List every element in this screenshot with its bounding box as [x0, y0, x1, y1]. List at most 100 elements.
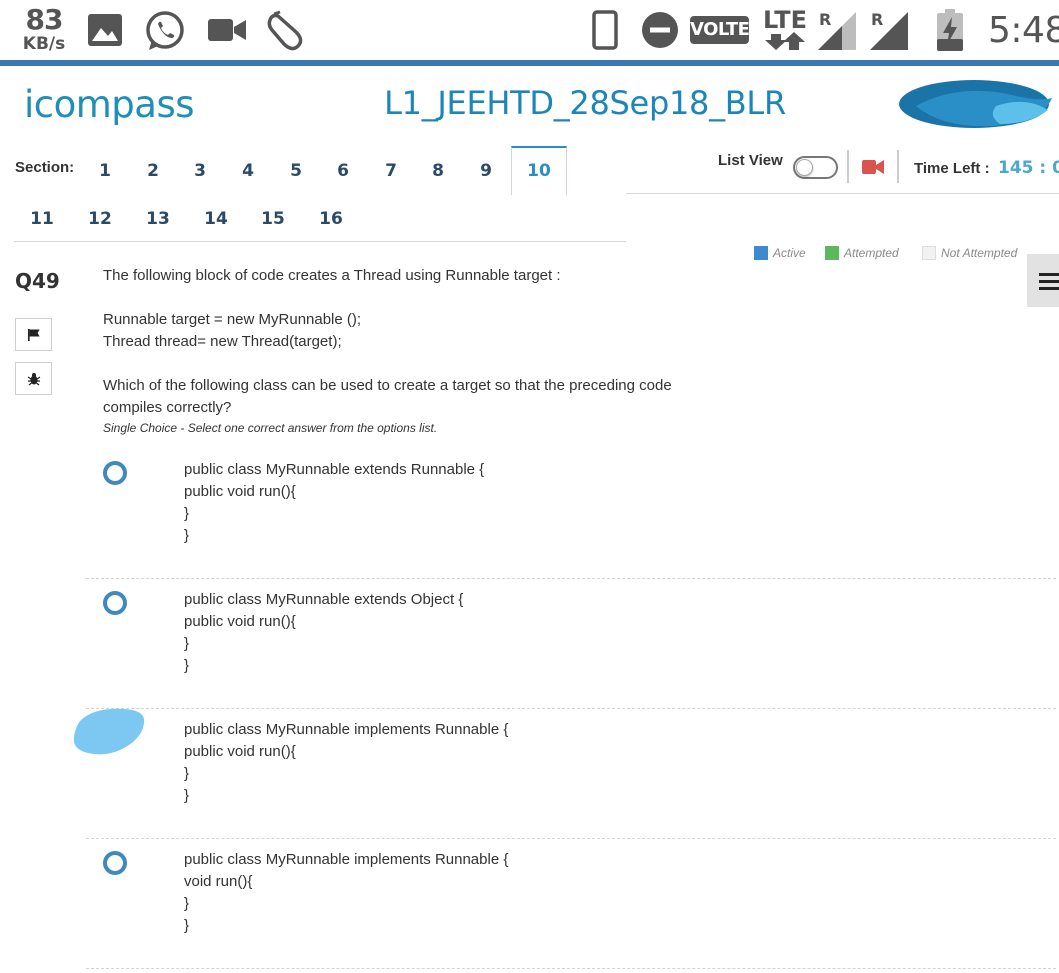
question-number: Q49 [15, 269, 60, 293]
section-tabs-divider [14, 241, 626, 242]
option-code-line: } [184, 657, 190, 674]
section-tab-16[interactable]: 16 [305, 196, 357, 236]
app-logo: icompass [24, 80, 195, 130]
question-code-line: Thread thread= new Thread(target); [103, 333, 342, 350]
status-bar: 83 KB/s VOLTE LTE R R 5:48 [0, 0, 1059, 66]
battery-charging-icon [937, 9, 963, 56]
toolbar-separator-2 [897, 150, 899, 183]
legend-not-attempted-swatch [922, 246, 936, 260]
section-tab-11[interactable]: 11 [16, 196, 68, 236]
option-code-line: } [184, 765, 190, 782]
section-tab-8[interactable]: 8 [412, 148, 464, 188]
time-left-label: Time Left : [914, 160, 990, 177]
exam-title: L1_JEEHTD_28Sep18_BLR [384, 84, 786, 122]
signal-strength-icon: R [818, 10, 858, 55]
section-tab-15[interactable]: 15 [247, 196, 299, 236]
volte-badge: VOLTE [690, 16, 750, 44]
section-tab-9[interactable]: 9 [460, 148, 512, 188]
question-hint: Single Choice - Select one correct answe… [103, 421, 438, 435]
whatsapp-icon [144, 10, 186, 57]
question-code-line: Runnable target = new MyRunnable (); [103, 311, 362, 328]
option-code-line: public void run(){ [184, 613, 296, 630]
section-tab-5[interactable]: 5 [270, 148, 322, 188]
menu-icon-bar [1039, 280, 1059, 283]
section-tab-4[interactable]: 4 [222, 148, 274, 188]
option-code-line: } [184, 917, 190, 934]
answer-option-1[interactable]: public class MyRunnable extends Runnable… [86, 449, 1056, 579]
option-code-line: } [184, 505, 190, 522]
legend-attempted: Attempted [825, 246, 899, 260]
section-tab-3[interactable]: 3 [174, 148, 226, 188]
lte-indicator: LTE [762, 8, 808, 50]
option-radio[interactable] [103, 851, 127, 875]
question-text: The following block of code creates a Th… [103, 267, 561, 284]
option-code-line: } [184, 635, 190, 652]
question-prompt: compiles correctly? [103, 399, 232, 416]
flag-icon [28, 329, 40, 341]
option-code-line: } [184, 787, 190, 804]
selected-answer-marker[interactable] [74, 707, 146, 757]
section-tab-2[interactable]: 2 [127, 148, 179, 188]
network-speed-unit: KB/s [22, 34, 66, 54]
list-view-toggle[interactable] [793, 156, 838, 179]
legend-active-label: Active [773, 246, 806, 260]
legend-attempted-swatch [825, 246, 839, 260]
data-arrows-icon [765, 32, 805, 50]
logo-text: icompass [24, 83, 195, 126]
bug-icon [27, 373, 41, 386]
signal-roaming-2-label: R [871, 10, 884, 29]
menu-icon [1039, 273, 1059, 276]
gesture-icon [266, 10, 310, 57]
lte-label: LTE [762, 6, 808, 34]
option-code-line: public class MyRunnable implements Runna… [184, 721, 509, 738]
section-tab-10[interactable]: 10 [511, 146, 567, 195]
answer-option-2[interactable]: public class MyRunnable extends Object {… [86, 579, 1056, 709]
phone-icon [592, 10, 618, 55]
network-speed: 83 KB/s [20, 6, 68, 53]
clock: 5:48 [988, 10, 1059, 51]
option-code-line: public class MyRunnable implements Runna… [184, 851, 509, 868]
section-tab-12[interactable]: 12 [74, 196, 126, 236]
option-code-line: void run(){ [184, 873, 253, 890]
answer-option-4[interactable]: public class MyRunnable implements Runna… [86, 839, 1056, 969]
option-code-line: } [184, 527, 190, 544]
question-menu-button[interactable] [1027, 254, 1059, 307]
section-tab-1[interactable]: 1 [79, 148, 131, 188]
signal-roaming-label: R [819, 10, 832, 29]
option-radio[interactable] [103, 461, 127, 485]
section-label: Section: [15, 159, 75, 176]
toolbar-separator [847, 150, 849, 183]
list-view-label: List View [718, 152, 783, 169]
answer-option-3[interactable]: public class MyRunnable implements Runna… [86, 709, 1056, 839]
legend-active: Active [754, 246, 806, 260]
legend-attempted-label: Attempted [844, 246, 899, 260]
section-tab-6[interactable]: 6 [317, 148, 369, 188]
time-left-value: 145 : 04 [998, 158, 1059, 178]
section-tab-14[interactable]: 14 [190, 196, 242, 236]
section-tab-13[interactable]: 13 [132, 196, 184, 236]
legend-not-attempted-label: Not Attempted [941, 246, 1018, 260]
camera-icon[interactable] [862, 159, 884, 175]
signal-strength-2-icon: R [870, 10, 910, 55]
option-code-line: public class MyRunnable extends Object { [184, 591, 464, 608]
option-code-line: public class MyRunnable extends Runnable… [184, 461, 485, 478]
network-speed-value: 83 [25, 3, 64, 36]
option-code-line: public void run(){ [184, 743, 296, 760]
option-divider [86, 968, 1056, 969]
flag-question-button[interactable] [15, 318, 52, 351]
question-prompt: Which of the following class can be used… [103, 377, 672, 394]
gallery-icon [88, 14, 122, 51]
option-radio[interactable] [103, 591, 127, 615]
do-not-disturb-icon [642, 12, 678, 53]
report-bug-button[interactable] [15, 362, 52, 395]
option-code-line: } [184, 895, 190, 912]
legend-not-attempted: Not Attempted [922, 246, 1017, 260]
video-camera-icon [208, 17, 246, 48]
status-bar-divider [0, 60, 1059, 66]
brand-mark-icon [899, 80, 1052, 128]
toggle-knob [796, 159, 813, 176]
menu-icon-bar [1039, 287, 1059, 290]
option-code-line: public void run(){ [184, 483, 296, 500]
section-tab-7[interactable]: 7 [365, 148, 417, 188]
legend-active-swatch [754, 246, 768, 260]
